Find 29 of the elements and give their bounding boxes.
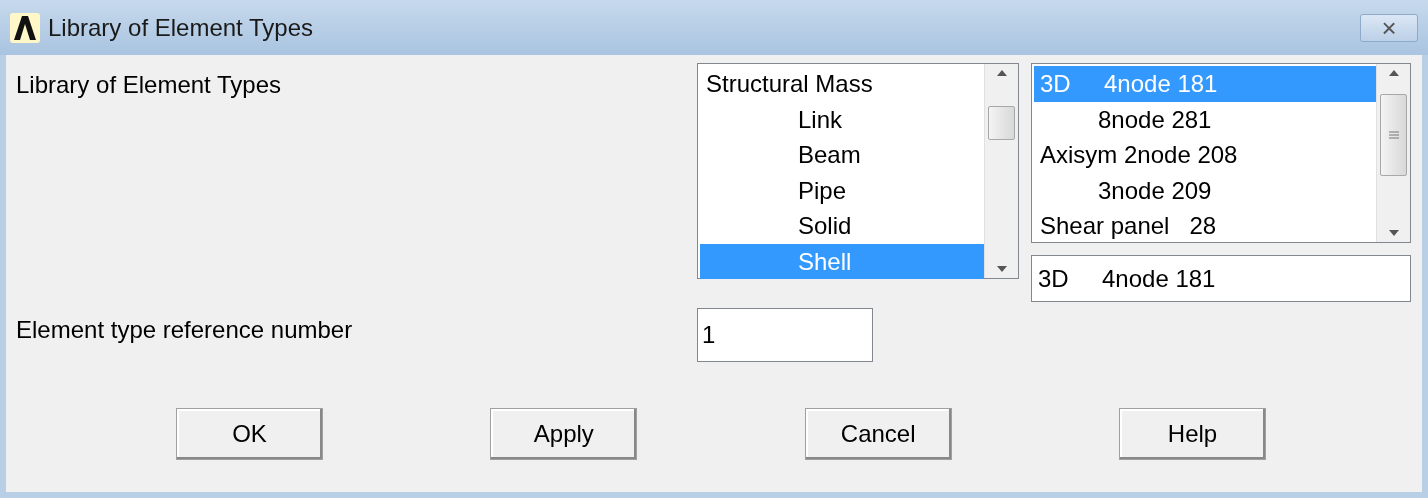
list-item[interactable]: Link — [700, 101, 984, 137]
grip-icon — [1388, 131, 1399, 139]
dialog-button[interactable]: Apply — [490, 408, 638, 460]
list-item[interactable]: Structural Mass — [700, 66, 984, 102]
list-item[interactable]: 3node 209 — [1034, 172, 1376, 208]
list-item[interactable]: Axisym 2node 208 — [1034, 137, 1376, 173]
selection-field[interactable]: 3D 4node 181 — [1031, 255, 1411, 302]
scroll-up-icon[interactable] — [996, 70, 1007, 76]
scroll-down-icon[interactable] — [1388, 230, 1399, 236]
list-item[interactable]: Beam — [700, 137, 984, 173]
dialog-button[interactable]: Help — [1119, 408, 1266, 460]
scroll-up-icon[interactable] — [1388, 70, 1399, 76]
list-item[interactable]: 8node 281 — [1034, 101, 1376, 137]
list-item[interactable]: Solid — [700, 208, 984, 244]
reference-number-field[interactable]: 1 — [697, 308, 873, 362]
dialog-button[interactable]: Cancel — [804, 408, 952, 460]
app-logo-icon — [10, 12, 40, 43]
reference-number-label: Element type reference number — [16, 315, 354, 345]
heading-label: Library of Element Types — [16, 70, 283, 100]
list-item[interactable]: Shear panel 28 — [1034, 208, 1376, 244]
scroll-thumb[interactable] — [988, 106, 1015, 140]
dialog-button[interactable]: OK — [176, 408, 323, 460]
scrollbar[interactable] — [984, 64, 1018, 278]
list-item[interactable]: Pipe — [700, 172, 984, 208]
scroll-thumb[interactable] — [1380, 94, 1407, 176]
scroll-down-icon[interactable] — [996, 266, 1007, 272]
close-button[interactable]: × — [1360, 13, 1418, 42]
window-title: Library of Element Types — [48, 12, 314, 43]
scrollbar[interactable] — [1376, 64, 1410, 242]
